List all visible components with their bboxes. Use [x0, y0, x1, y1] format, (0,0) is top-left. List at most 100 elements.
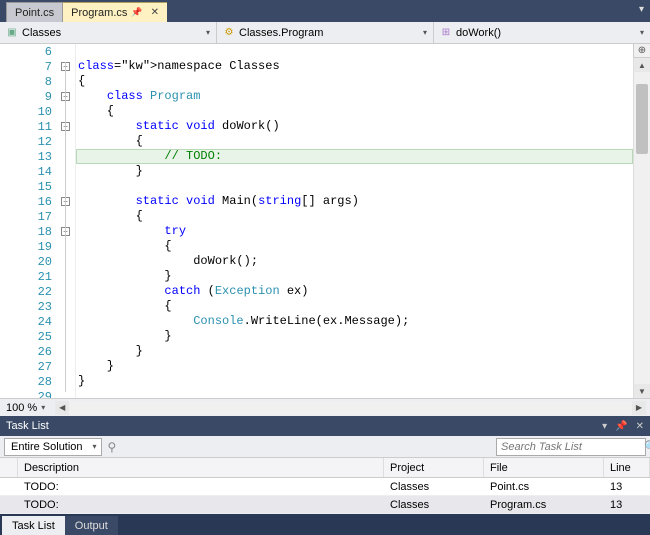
code-line[interactable]: static void doWork()	[78, 119, 633, 134]
project-cell: Classes	[384, 478, 484, 495]
panel-tab[interactable]: Output	[65, 516, 118, 535]
search-box[interactable]: 🔍 ▾	[496, 438, 646, 456]
code-line[interactable]: Console.WriteLine(ex.Message);	[78, 314, 633, 329]
task-row[interactable]: TODO:ClassesPoint.cs13	[0, 478, 650, 496]
nav-scope-label: Classes	[22, 27, 61, 39]
line-number: 12	[0, 134, 58, 149]
code-line[interactable]: doWork();	[78, 254, 633, 269]
priority-cell	[0, 478, 18, 495]
line-number: 20	[0, 254, 58, 269]
scroll-thumb[interactable]	[636, 84, 648, 154]
chevron-down-icon: ▾	[41, 403, 45, 412]
nav-member-dropdown[interactable]: ⊞ doWork() ▾	[434, 22, 650, 43]
line-cell: 13	[604, 496, 650, 513]
code-line[interactable]: {	[78, 74, 633, 89]
code-line[interactable]: {	[78, 104, 633, 119]
panel-tab[interactable]: Task List	[2, 516, 65, 535]
method-icon: ⊞	[440, 27, 452, 39]
nav-scope-dropdown[interactable]: ▣ Classes ▾	[0, 22, 217, 43]
line-number: 14	[0, 164, 58, 179]
vertical-scrollbar[interactable]: ⊕ ▲ ▼	[633, 44, 650, 398]
scope-dropdown[interactable]: Entire Solution	[4, 438, 102, 456]
code-line[interactable]: try	[78, 224, 633, 239]
line-column-header[interactable]: Line	[604, 458, 650, 477]
line-number: 22	[0, 284, 58, 299]
search-input[interactable]	[501, 441, 644, 453]
priority-column-header[interactable]	[0, 458, 18, 477]
document-tab-row: Point.csProgram.cs📌✕ ▾	[0, 0, 650, 22]
line-cell: 13	[604, 478, 650, 495]
line-number: 25	[0, 329, 58, 344]
line-number: 10	[0, 104, 58, 119]
filter-icon[interactable]: ⚲	[108, 440, 117, 454]
scroll-right-button[interactable]: ▶	[632, 401, 646, 415]
code-line[interactable]: {	[78, 134, 633, 149]
project-column-header[interactable]: Project	[384, 458, 484, 477]
nav-member-label: doWork()	[456, 27, 501, 39]
description-column-header[interactable]: Description	[18, 458, 384, 477]
scroll-left-button[interactable]: ◀	[55, 401, 69, 415]
line-number: 8	[0, 74, 58, 89]
pin-icon[interactable]: 📌	[615, 421, 627, 432]
code-line[interactable]	[78, 179, 633, 194]
document-tab[interactable]: Program.cs📌✕	[63, 2, 167, 22]
close-icon[interactable]: ✕	[636, 421, 644, 432]
code-line[interactable]: catch (Exception ex)	[78, 284, 633, 299]
code-line[interactable]: class Program	[78, 89, 633, 104]
code-line[interactable]: }	[78, 329, 633, 344]
zoom-label: 100 %	[6, 402, 37, 414]
tasklist-toolbar: Entire Solution ⚲ 🔍 ▾	[0, 436, 650, 458]
chevron-down-icon: ▾	[206, 28, 210, 37]
tab-menu-button[interactable]: ▾	[639, 4, 644, 15]
task-row[interactable]: TODO:ClassesProgram.cs13	[0, 496, 650, 514]
nav-class-label: Classes.Program	[239, 27, 323, 39]
code-line[interactable]: }	[78, 359, 633, 374]
line-number: 29	[0, 389, 58, 398]
line-number: 16	[0, 194, 58, 209]
chevron-down-icon: ▾	[640, 28, 644, 37]
code-line[interactable]: }	[78, 344, 633, 359]
outline-column: −−−−−	[58, 44, 76, 398]
line-number: 17	[0, 209, 58, 224]
pin-icon[interactable]: 📌	[131, 7, 142, 18]
code-line[interactable]: {	[78, 209, 633, 224]
code-line[interactable]: {	[78, 239, 633, 254]
line-number: 15	[0, 179, 58, 194]
code-line[interactable]: }	[78, 269, 633, 284]
document-tab[interactable]: Point.cs	[6, 2, 63, 22]
task-grid: Description Project File Line TODO:Class…	[0, 458, 650, 514]
code-line[interactable]: static void Main(string[] args)	[78, 194, 633, 209]
chevron-down-icon: ▾	[423, 28, 427, 37]
code-line[interactable]: {	[78, 299, 633, 314]
tasklist-titlebar: Task List ▾ 📌 ✕	[0, 416, 650, 436]
line-number: 23	[0, 299, 58, 314]
file-cell: Program.cs	[484, 496, 604, 513]
panel-menu-button[interactable]: ▾	[602, 421, 607, 432]
line-number: 26	[0, 344, 58, 359]
scroll-down-button[interactable]: ▼	[634, 384, 650, 398]
editor-status-bar: 100 % ▾ ◀ ▶	[0, 398, 650, 416]
nav-class-dropdown[interactable]: ⚙ Classes.Program ▾	[217, 22, 434, 43]
code-line[interactable]: }	[78, 374, 633, 389]
scroll-up-button[interactable]: ▲	[634, 58, 650, 72]
tab-label: Point.cs	[15, 7, 54, 19]
line-number: 13	[0, 149, 58, 164]
split-view-handle[interactable]: ⊕	[633, 44, 650, 58]
code-line[interactable]: // TODO:	[78, 149, 633, 164]
close-icon[interactable]: ✕	[151, 7, 159, 18]
zoom-dropdown[interactable]: 100 % ▾	[0, 402, 51, 414]
code-area[interactable]: class="kw">namespace Classes{ class Prog…	[76, 44, 633, 398]
code-line[interactable]: class="kw">namespace Classes	[78, 59, 633, 74]
description-cell: TODO:	[18, 478, 384, 495]
bottom-tab-row: Task ListOutput	[0, 514, 650, 535]
file-column-header[interactable]: File	[484, 458, 604, 477]
code-editor[interactable]: 6789101112131415161718192021222324252627…	[0, 44, 650, 398]
code-line[interactable]	[78, 44, 633, 59]
class-icon: ⚙	[223, 27, 235, 39]
code-line[interactable]	[78, 389, 633, 398]
line-number: 19	[0, 239, 58, 254]
tasklist-title-label: Task List	[6, 420, 49, 432]
code-line[interactable]: }	[78, 164, 633, 179]
description-cell: TODO:	[18, 496, 384, 513]
horizontal-scrollbar[interactable]: ◀ ▶	[55, 401, 646, 415]
